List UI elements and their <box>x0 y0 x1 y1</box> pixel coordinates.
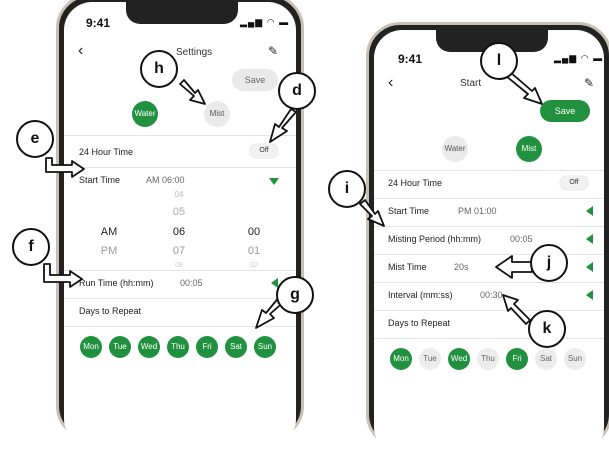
callout-l: l <box>480 42 518 80</box>
callout-f: f <box>12 228 50 266</box>
callout-i: i <box>328 170 366 208</box>
callout-d: d <box>278 72 316 110</box>
callout-e: e <box>16 120 54 158</box>
callout-k: k <box>528 310 566 348</box>
callout-g: g <box>276 276 314 314</box>
callout-h: h <box>140 50 178 88</box>
callout-j: j <box>530 244 568 282</box>
